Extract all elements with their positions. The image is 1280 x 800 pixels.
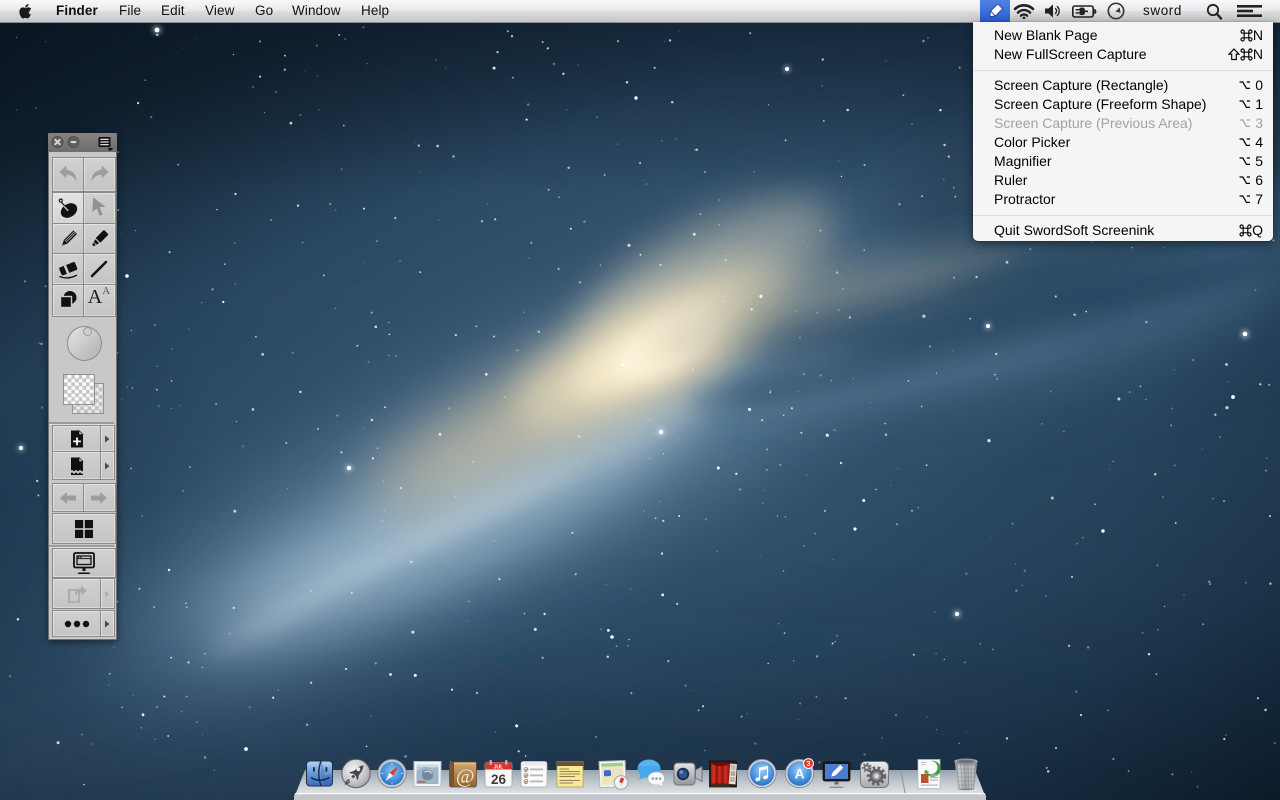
- svg-text:JUL: JUL: [494, 765, 503, 771]
- svg-text:26: 26: [491, 772, 507, 787]
- svg-text:@: @: [456, 766, 474, 788]
- svg-text:3: 3: [806, 759, 810, 768]
- svg-text:A: A: [794, 766, 804, 782]
